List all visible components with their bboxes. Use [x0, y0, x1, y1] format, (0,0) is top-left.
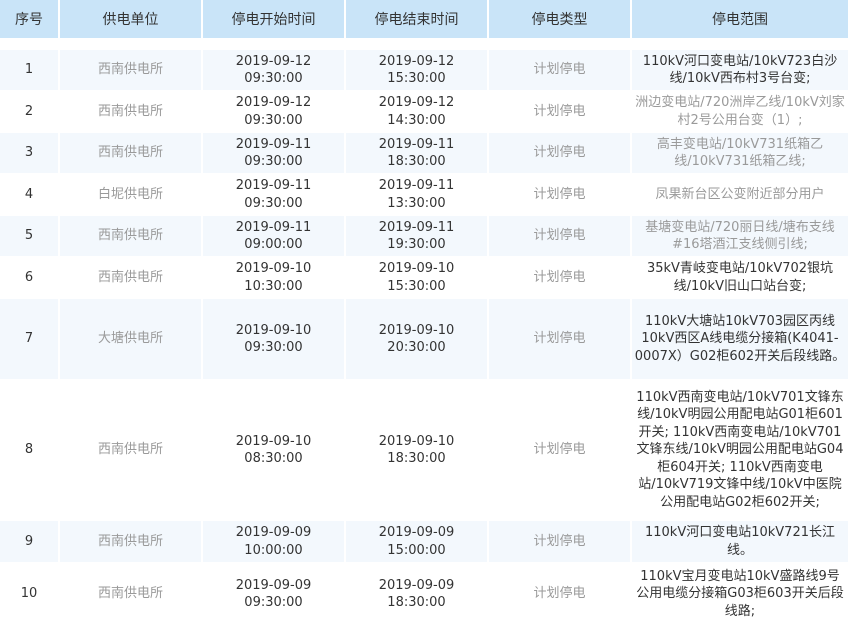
- table-row: 10 西南供电所 2019-09-09 09:30:00 2019-09-09 …: [0, 564, 848, 626]
- cell-start: 2019-09-10 09:30:00: [203, 299, 344, 381]
- table-row: 3 西南供电所 2019-09-11 09:30:00 2019-09-11 1…: [0, 133, 848, 175]
- cell-type: 计划停电: [489, 216, 630, 258]
- cell-no: 2: [0, 92, 58, 133]
- cell-type: 计划停电: [489, 50, 630, 92]
- cell-start: 2019-09-11 09:30:00: [203, 175, 344, 216]
- table-header: 序号 供电单位 停电开始时间 停电结束时间 停电类型 停电范围: [0, 0, 848, 38]
- cell-type: 计划停电: [489, 258, 630, 299]
- header-start: 停电开始时间: [203, 0, 344, 38]
- cell-end: 2019-09-09 15:00:00: [346, 521, 487, 564]
- cell-type: 计划停电: [489, 381, 630, 521]
- header-unit: 供电单位: [60, 0, 201, 38]
- cell-no: 4: [0, 175, 58, 216]
- table-row: 2 西南供电所 2019-09-12 09:30:00 2019-09-12 1…: [0, 92, 848, 133]
- table-row: 1 西南供电所 2019-09-12 09:30:00 2019-09-12 1…: [0, 50, 848, 92]
- cell-scope: 35kV青岐变电站/10kV702银坑线/10kV旧山口站台变;: [632, 258, 848, 299]
- cell-end: 2019-09-10 18:30:00: [346, 381, 487, 521]
- cell-type: 计划停电: [489, 299, 630, 381]
- cell-start: 2019-09-10 10:30:00: [203, 258, 344, 299]
- header-scope: 停电范围: [632, 0, 848, 38]
- cell-no: 5: [0, 216, 58, 258]
- cell-start: 2019-09-09 10:00:00: [203, 521, 344, 564]
- cell-no: 3: [0, 133, 58, 175]
- header-type: 停电类型: [489, 0, 630, 38]
- cell-no: 1: [0, 50, 58, 92]
- cell-end: 2019-09-11 18:30:00: [346, 133, 487, 175]
- cell-scope: 凤果新台区公变附近部分用户: [632, 175, 848, 216]
- table-row: 5 西南供电所 2019-09-11 09:00:00 2019-09-11 1…: [0, 216, 848, 258]
- cell-start: 2019-09-12 09:30:00: [203, 50, 344, 92]
- cell-end: 2019-09-11 13:30:00: [346, 175, 487, 216]
- cell-scope: 高丰变电站/10kV731纸箱乙线/10kV731纸箱乙线;: [632, 133, 848, 175]
- cell-no: 8: [0, 381, 58, 521]
- cell-no: 10: [0, 564, 58, 626]
- cell-scope: 洲边变电站/720洲岸乙线/10kV刘家村2号公用台变（1）;: [632, 92, 848, 133]
- cell-type: 计划停电: [489, 175, 630, 216]
- cell-start: 2019-09-10 08:30:00: [203, 381, 344, 521]
- cell-start: 2019-09-09 09:30:00: [203, 564, 344, 626]
- cell-unit: 西南供电所: [60, 521, 201, 564]
- cell-no: 9: [0, 521, 58, 564]
- cell-type: 计划停电: [489, 521, 630, 564]
- cell-unit: 西南供电所: [60, 258, 201, 299]
- table-row: 4 白坭供电所 2019-09-11 09:30:00 2019-09-11 1…: [0, 175, 848, 216]
- table-row: 8 西南供电所 2019-09-10 08:30:00 2019-09-10 1…: [0, 381, 848, 521]
- cell-type: 计划停电: [489, 92, 630, 133]
- cell-scope: 110kV河口变电站/10kV723白沙线/10kV西布村3号台变;: [632, 50, 848, 92]
- cell-end: 2019-09-10 20:30:00: [346, 299, 487, 381]
- cell-scope: 110kV河口变电站10kV721长江线。: [632, 521, 848, 564]
- cell-end: 2019-09-10 15:30:00: [346, 258, 487, 299]
- cell-end: 2019-09-09 18:30:00: [346, 564, 487, 626]
- cell-unit: 西南供电所: [60, 133, 201, 175]
- cell-no: 7: [0, 299, 58, 381]
- cell-start: 2019-09-12 09:30:00: [203, 92, 344, 133]
- header-end: 停电结束时间: [346, 0, 487, 38]
- cell-start: 2019-09-11 09:00:00: [203, 216, 344, 258]
- outage-table: 序号 供电单位 停电开始时间 停电结束时间 停电类型 停电范围 1 西南供电所 …: [0, 0, 848, 626]
- cell-no: 6: [0, 258, 58, 299]
- cell-unit: 大塘供电所: [60, 299, 201, 381]
- cell-end: 2019-09-12 14:30:00: [346, 92, 487, 133]
- cell-unit: 白坭供电所: [60, 175, 201, 216]
- table-row: 9 西南供电所 2019-09-09 10:00:00 2019-09-09 1…: [0, 521, 848, 564]
- table-row: 6 西南供电所 2019-09-10 10:30:00 2019-09-10 1…: [0, 258, 848, 299]
- cell-type: 计划停电: [489, 133, 630, 175]
- cell-unit: 西南供电所: [60, 381, 201, 521]
- cell-unit: 西南供电所: [60, 216, 201, 258]
- cell-unit: 西南供电所: [60, 50, 201, 92]
- cell-scope: 110kV西南变电站/10kV701文锋东线/10kV明园公用配电站G01柜60…: [632, 381, 848, 521]
- cell-scope: 110kV大塘站10kV703园区丙线10kV西区A线电缆分接箱(K4041-0…: [632, 299, 848, 381]
- cell-end: 2019-09-11 19:30:00: [346, 216, 487, 258]
- cell-scope: 基塘变电站/720丽日线/塘布支线#16塔酒江支线侧引线;: [632, 216, 848, 258]
- cell-scope: 110kV宝月变电站10kV盛路线9号公用电缆分接箱G03柜603开关后段线路;: [632, 564, 848, 626]
- cell-unit: 西南供电所: [60, 564, 201, 626]
- cell-end: 2019-09-12 15:30:00: [346, 50, 487, 92]
- table-row: 7 大塘供电所 2019-09-10 09:30:00 2019-09-10 2…: [0, 299, 848, 381]
- cell-type: 计划停电: [489, 564, 630, 626]
- cell-unit: 西南供电所: [60, 92, 201, 133]
- cell-start: 2019-09-11 09:30:00: [203, 133, 344, 175]
- header-no: 序号: [0, 0, 58, 38]
